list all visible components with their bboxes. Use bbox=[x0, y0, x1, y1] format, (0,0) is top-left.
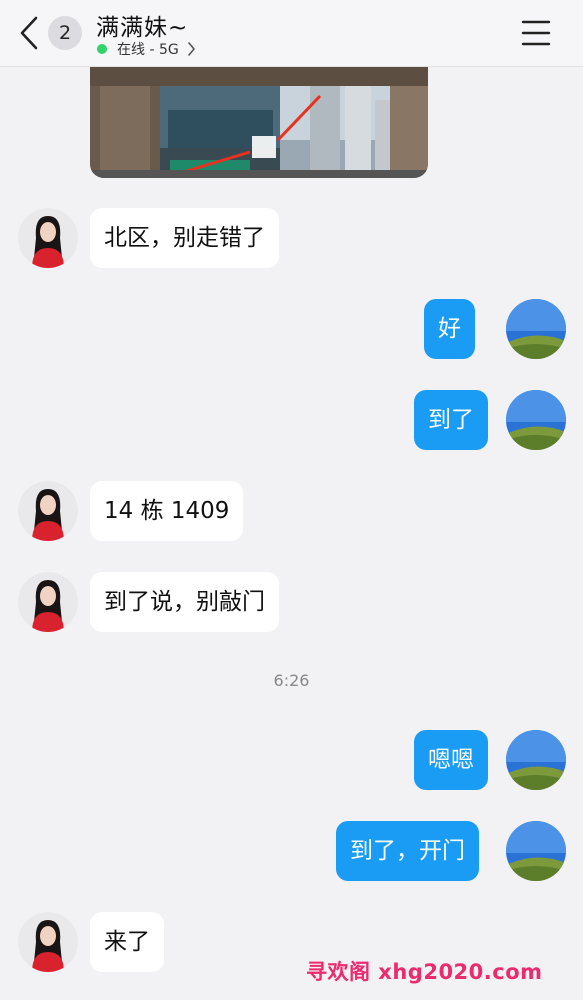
contact-avatar[interactable] bbox=[18, 208, 78, 268]
contact-avatar-image bbox=[18, 912, 78, 972]
contact-avatar[interactable] bbox=[18, 912, 78, 972]
user-avatar-image bbox=[506, 730, 566, 790]
back-button[interactable] bbox=[14, 14, 46, 52]
message-bubble-outgoing[interactable]: 好 bbox=[424, 299, 475, 359]
contact-avatar[interactable] bbox=[18, 481, 78, 541]
message-bubble-incoming[interactable]: 北区，别走错了 bbox=[90, 208, 279, 268]
watermark-text: 寻欢阁 xhg2020.com bbox=[306, 960, 543, 984]
user-avatar[interactable] bbox=[506, 390, 566, 450]
message-bubble-incoming[interactable]: 来了 bbox=[90, 912, 164, 972]
message-timestamp: 6:26 bbox=[273, 671, 310, 690]
user-avatar-image bbox=[506, 390, 566, 450]
user-avatar[interactable] bbox=[506, 730, 566, 790]
contact-avatar-image bbox=[18, 572, 78, 632]
user-avatar[interactable] bbox=[506, 299, 566, 359]
message-bubble-incoming[interactable]: 到了说，别敲门 bbox=[90, 572, 279, 632]
online-dot-icon bbox=[97, 44, 107, 54]
contact-name[interactable]: 满满妹~ bbox=[96, 8, 188, 42]
message-bubble-outgoing[interactable]: 到了，开门 bbox=[336, 821, 479, 881]
chevron-left-icon bbox=[20, 16, 38, 50]
contact-avatar-image bbox=[18, 208, 78, 268]
contact-avatar-image bbox=[18, 481, 78, 541]
menu-button[interactable] bbox=[520, 18, 552, 48]
online-status[interactable]: 在线 - 5G bbox=[97, 40, 196, 58]
message-bubble-outgoing[interactable]: 嗯嗯 bbox=[414, 730, 488, 790]
user-avatar[interactable] bbox=[506, 821, 566, 881]
chevron-right-icon bbox=[187, 42, 195, 56]
message-bubble-outgoing[interactable]: 到了 bbox=[414, 390, 488, 450]
user-avatar-image bbox=[506, 299, 566, 359]
hamburger-menu-icon bbox=[521, 20, 551, 46]
message-bubble-incoming[interactable]: 14 栋 1409 bbox=[90, 481, 244, 541]
chat-header: 2 满满妹~ 在线 - 5G bbox=[0, 0, 583, 67]
contact-avatar[interactable] bbox=[18, 572, 78, 632]
status-text: 在线 - 5G bbox=[117, 42, 179, 58]
user-avatar-image bbox=[506, 821, 566, 881]
unread-count-badge[interactable]: 2 bbox=[48, 16, 82, 50]
